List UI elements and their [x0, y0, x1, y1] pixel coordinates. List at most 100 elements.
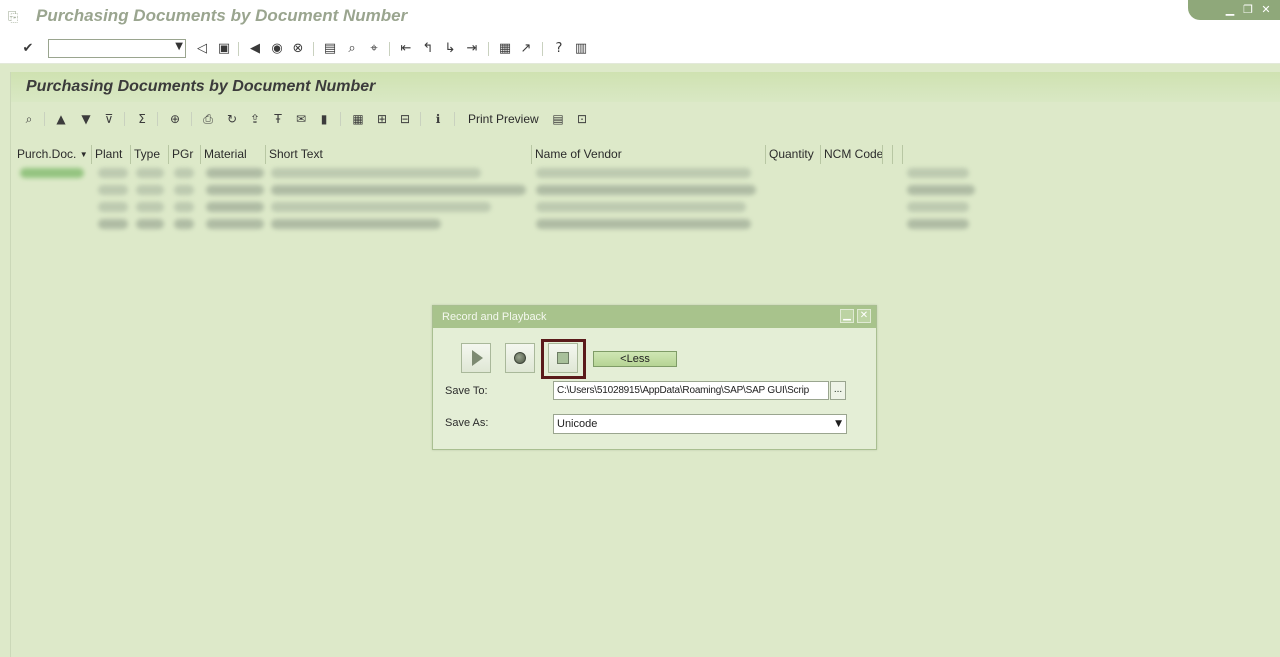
save-as-label: Save As: — [445, 417, 489, 429]
previous-page-icon[interactable]: ↰ — [420, 41, 436, 57]
window-controls: ▁ ❐ ✕ — [1188, 0, 1280, 20]
column-label: Purch.Doc. — [17, 147, 77, 161]
header-band: Purchasing Documents by Document Number — [11, 72, 1280, 102]
playback-button[interactable] — [461, 343, 491, 373]
back-icon[interactable]: ◁ — [194, 41, 210, 57]
sort-descending-icon[interactable]: ▼ — [78, 111, 94, 127]
column-header[interactable]: Plant — [92, 145, 131, 164]
column-header[interactable]: Name of Vendor — [532, 145, 766, 164]
column-header[interactable]: Material — [201, 145, 266, 164]
column-header[interactable] — [893, 145, 903, 164]
toolbar-separator — [454, 112, 455, 126]
help-icon[interactable]: ? — [551, 41, 567, 57]
record-icon — [514, 352, 526, 364]
column-label: Material — [204, 147, 247, 161]
record-playback-dialog: Record and Playback ▁ ✕ <Less Save To: C… — [432, 305, 877, 450]
refresh-icon[interactable]: ↻ — [224, 111, 240, 127]
filter-icon[interactable]: ⊽ — [101, 111, 117, 127]
record-button[interactable] — [505, 343, 535, 373]
sort-indicator-icon: ▼ — [79, 150, 88, 159]
find-next-icon[interactable]: ⌖ — [366, 41, 382, 57]
save-icon[interactable]: ▣ — [216, 41, 232, 57]
command-field[interactable]: ▼ — [48, 39, 186, 58]
table-row[interactable] — [14, 215, 979, 232]
browse-button[interactable]: ... — [830, 381, 846, 400]
enter-icon[interactable]: ✔ — [20, 41, 36, 57]
layout-icon[interactable]: ▥ — [573, 41, 589, 57]
mail-icon[interactable]: ✉ — [293, 111, 309, 127]
next-page-icon[interactable]: ↳ — [442, 41, 458, 57]
window-title: Purchasing Documents by Document Number — [36, 6, 408, 25]
play-icon — [472, 350, 483, 366]
dialog-controls: ▁ ✕ — [840, 309, 871, 323]
word-processing-icon[interactable]: Ŧ — [270, 111, 286, 127]
maximize-icon[interactable]: ❐ — [1240, 3, 1256, 17]
create-session-icon[interactable]: ▦ — [497, 41, 513, 57]
information-icon[interactable]: ℹ — [430, 111, 446, 127]
column-header[interactable]: Quantity — [766, 145, 821, 164]
toolbar-separator — [389, 42, 390, 56]
print-preview-button[interactable]: Print Preview — [468, 112, 539, 126]
app-menu-icon[interactable]: ⎘ — [8, 9, 24, 24]
column-label: Quantity — [769, 147, 814, 161]
change-layout-icon[interactable]: ▦ — [350, 111, 366, 127]
select-layout-icon[interactable]: ⊞ — [374, 111, 390, 127]
print-list-icon[interactable]: ⎙ — [200, 111, 216, 127]
toolbar-separator — [238, 42, 239, 56]
first-page-icon[interactable]: ⇤ — [398, 41, 414, 57]
column-header[interactable] — [883, 145, 893, 164]
column-header[interactable]: Purch.Doc. ▼ — [14, 145, 92, 164]
chevron-down-icon[interactable]: ▼ — [175, 41, 183, 52]
back-nav-icon[interactable]: ◀ — [247, 41, 263, 57]
subtotal-icon[interactable]: ⊕ — [167, 111, 183, 127]
minimize-icon[interactable]: ▁ — [1222, 3, 1238, 17]
abc-analysis-icon[interactable]: ▤ — [550, 111, 566, 127]
grid-header: Purch.Doc. ▼ Plant Type PGr Material Sho… — [14, 145, 979, 164]
column-header[interactable]: PGr — [169, 145, 201, 164]
column-header[interactable]: Type — [131, 145, 169, 164]
highlight-frame — [541, 339, 586, 379]
column-header[interactable]: NCM Code — [821, 145, 883, 164]
chevron-down-icon[interactable]: ▼ — [835, 415, 842, 433]
column-label: Type — [134, 147, 161, 161]
toolbar-separator — [124, 112, 125, 126]
toolbar-separator — [420, 112, 421, 126]
results-grid: Purch.Doc. ▼ Plant Type PGr Material Sho… — [14, 145, 979, 232]
dialog-title-bar: Record and Playback ▁ ✕ — [433, 306, 876, 328]
table-row[interactable] — [14, 181, 979, 198]
html-download-icon[interactable]: ⊡ — [574, 111, 590, 127]
save-layout-icon[interactable]: ⊟ — [397, 111, 413, 127]
close-icon[interactable]: ✕ — [1258, 3, 1274, 17]
total-icon[interactable]: Σ — [134, 111, 150, 127]
column-label: Short Text — [269, 147, 323, 161]
column-header[interactable] — [903, 145, 979, 164]
sort-ascending-icon[interactable]: ▲ — [53, 111, 69, 127]
less-button[interactable]: <Less — [593, 351, 677, 367]
column-label: Plant — [95, 147, 123, 161]
column-label: PGr — [172, 147, 194, 161]
page-title: Purchasing Documents by Document Number — [26, 78, 376, 95]
title-bar: ⎘ Purchasing Documents by Document Numbe… — [0, 0, 1280, 34]
print-icon[interactable]: ▤ — [322, 41, 338, 57]
close-icon[interactable]: ✕ — [857, 309, 871, 323]
column-label: Name of Vendor — [535, 147, 622, 161]
dialog-title: Record and Playback — [442, 311, 547, 323]
toolbar-separator — [340, 112, 341, 126]
exit-icon[interactable]: ◉ — [269, 41, 285, 57]
shortcut-icon[interactable]: ↗ — [518, 41, 534, 57]
cancel-icon[interactable]: ⊗ — [290, 41, 306, 57]
export-icon[interactable]: ⇪ — [247, 111, 263, 127]
column-label: NCM Code — [824, 147, 883, 161]
find-icon[interactable]: ⌕ — [344, 41, 360, 57]
details-icon[interactable]: ⌕ — [21, 111, 37, 127]
minimize-icon[interactable]: ▁ — [840, 309, 854, 323]
graphic-icon[interactable]: ▮ — [316, 111, 332, 127]
save-as-select[interactable]: Unicode ▼ — [553, 414, 847, 434]
save-to-field[interactable]: C:\Users\51028915\AppData\Roaming\SAP\SA… — [553, 381, 829, 400]
table-row[interactable] — [14, 198, 979, 215]
toolbar-separator — [542, 42, 543, 56]
last-page-icon[interactable]: ⇥ — [464, 41, 480, 57]
table-row[interactable] — [14, 164, 979, 181]
standard-toolbar: ✔ ▼ ◁ ▣ ◀ ◉ ⊗ ▤ ⌕ ⌖ ⇤ ↰ ↳ ⇥ ▦ ↗ ? ▥ — [0, 34, 1280, 64]
column-header[interactable]: Short Text — [266, 145, 532, 164]
